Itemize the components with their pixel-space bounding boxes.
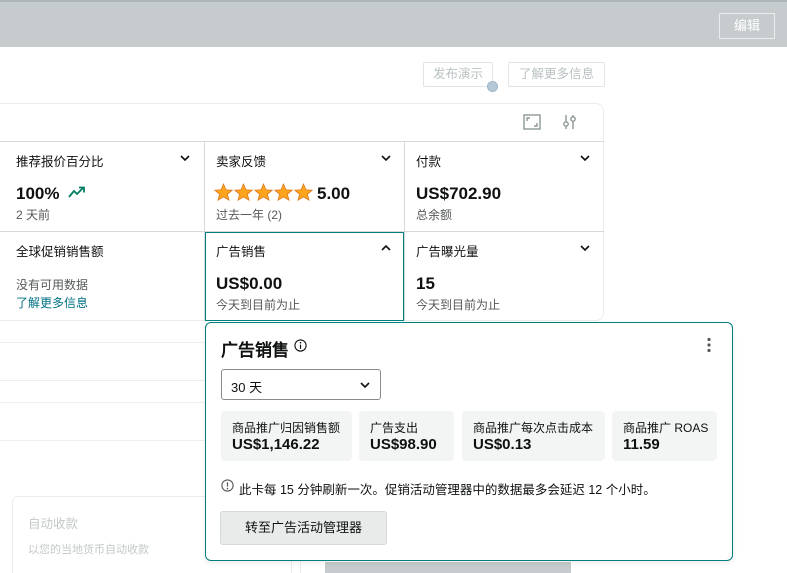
- chevron-down-icon: [360, 382, 370, 389]
- divider: [0, 440, 205, 441]
- metric-label: 广告支出: [370, 421, 419, 435]
- edit-button[interactable]: 编辑: [719, 13, 775, 39]
- metric-sp-roas: 商品推广 ROAS 11.59: [612, 411, 717, 461]
- tile-subtitle: 今天到目前为止: [216, 298, 301, 312]
- date-range-value: 30 天: [231, 380, 263, 395]
- star-icon: [273, 183, 294, 202]
- tile-subtitle: 2 天前: [16, 208, 51, 222]
- tile-value: US$702.90: [416, 184, 502, 203]
- tile-title: 推荐报价百分比: [16, 155, 104, 169]
- tile-title: 全球促销销售额: [16, 245, 104, 259]
- chevron-down-icon[interactable]: [178, 151, 192, 165]
- tile-value: 100%: [16, 184, 60, 203]
- tile-title: 付款: [416, 155, 442, 169]
- tile-title: 广告销售: [216, 245, 267, 259]
- tile-subtitle: 总余额: [416, 208, 453, 222]
- tile-subtitle: 没有可用数据: [16, 278, 89, 292]
- tile-subtitle: 过去一年 (2): [216, 208, 283, 222]
- tile-title: 广告曝光量: [416, 245, 479, 259]
- trend-up-icon: [68, 186, 85, 198]
- go-to-campaign-manager-button[interactable]: 转至广告活动管理器: [220, 511, 387, 545]
- settings-sliders-icon[interactable]: [560, 113, 580, 131]
- star-icon: [233, 183, 254, 202]
- chevron-down-icon[interactable]: [578, 151, 592, 165]
- star-icon: [293, 183, 314, 202]
- popover-title: 广告销售: [221, 341, 289, 360]
- metric-ad-spend: 广告支出 US$98.90: [359, 411, 454, 461]
- metric-value: 11.59: [623, 436, 660, 453]
- date-range-select[interactable]: 30 天: [221, 369, 381, 400]
- star-rating: [214, 183, 314, 202]
- star-icon: [214, 183, 234, 202]
- divider: [0, 342, 205, 343]
- more-options-icon[interactable]: [702, 337, 716, 353]
- background-bar: [325, 562, 571, 573]
- chevron-down-icon[interactable]: [379, 151, 393, 165]
- metric-value: US$98.90: [370, 436, 437, 453]
- learn-more-button[interactable]: 了解更多信息: [508, 62, 605, 87]
- tile-value: 5.00: [317, 184, 351, 203]
- metric-value: US$1,146.22: [232, 436, 320, 453]
- metric-label: 商品推广每次点击成本: [473, 421, 594, 435]
- info-icon[interactable]: [294, 339, 307, 352]
- metric-label: 商品推广归因销售额: [232, 421, 341, 435]
- star-icon: [253, 183, 274, 202]
- chevron-up-icon[interactable]: [379, 241, 393, 255]
- metric-label: 商品推广 ROAS: [623, 421, 709, 435]
- divider: [0, 380, 205, 381]
- refresh-note: 此卡每 15 分钟刷新一次。促销活动管理器中的数据最多会延迟 12 个小时。: [239, 483, 656, 497]
- info-icon: [221, 479, 234, 492]
- metric-sp-attributed-sales: 商品推广归因销售额 US$1,146.22: [221, 411, 352, 461]
- auto-collect-title: 自动收款: [28, 517, 79, 531]
- tile-value: 15: [416, 274, 435, 293]
- publish-demo-button[interactable]: 发布演示: [423, 62, 493, 87]
- grid-divider: [0, 141, 604, 142]
- expand-icon[interactable]: [522, 113, 542, 131]
- metric-sp-cpc: 商品推广每次点击成本 US$0.13: [462, 411, 605, 461]
- chevron-down-icon[interactable]: [578, 241, 592, 255]
- divider: [0, 402, 205, 403]
- tile-value: US$0.00: [216, 274, 283, 293]
- top-bar: 编辑: [0, 0, 787, 47]
- learn-more-link[interactable]: 了解更多信息: [16, 294, 88, 311]
- auto-collect-subtitle: 以您的当地货币自动收款: [28, 544, 149, 556]
- tour-dot[interactable]: [487, 81, 498, 92]
- tile-title: 卖家反馈: [216, 155, 267, 169]
- metric-value: US$0.13: [473, 436, 532, 453]
- grid-divider: [404, 141, 405, 321]
- tile-subtitle: 今天到目前为止: [416, 298, 501, 312]
